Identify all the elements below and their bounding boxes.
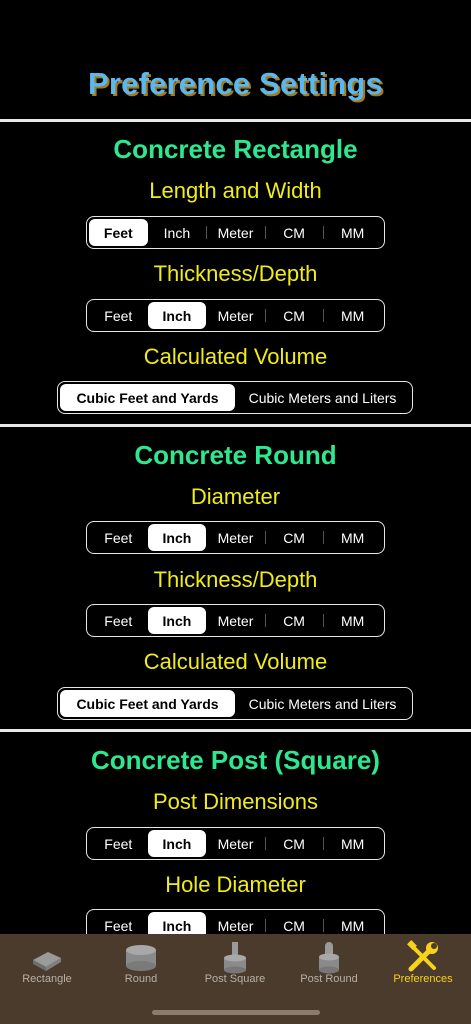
segment-option-meter[interactable]: Meter [206,607,265,634]
segment-option-cm[interactable]: CM [264,219,324,246]
section-title-round: Concrete Round [134,440,337,470]
segmented-length-width: Feet Inch Meter CM MM [86,216,385,249]
segment-option-feet[interactable]: Feet [89,219,148,246]
segment-option-cm[interactable]: CM [264,830,324,857]
home-indicator [152,1010,320,1015]
segment-option-feet[interactable]: Feet [89,830,148,857]
segment-option-feet[interactable]: Feet [89,524,148,551]
post-square-icon [224,942,246,974]
tools-icon [407,940,438,972]
segment-option-feet[interactable]: Feet [89,302,148,329]
tab-post-round[interactable]: Post Round [282,934,376,994]
segmented-thickness-depth: Feet Inch Meter CM MM [86,299,385,332]
label-thickness-depth: Thickness/Depth [153,261,318,286]
label-diameter: Diameter [190,484,281,509]
tab-label: Rectangle [22,973,72,985]
segment-option-cm[interactable]: CM [264,607,324,634]
divider [0,424,471,427]
segment-option-meter[interactable]: Meter [206,219,265,246]
segmented-thickness-depth: Feet Inch Meter CM MM [86,604,385,637]
segment-option-cubic-feet-and-yards[interactable]: Cubic Feet and Yards [60,384,235,411]
segment-option-inch[interactable]: Inch [148,219,207,246]
tab-label: Round [124,973,158,985]
segment-option-cubic-meters-and-liters[interactable]: Cubic Meters and Liters [235,690,410,717]
round-slab-icon [126,945,156,971]
label-hole-diameter: Hole Diameter [165,872,306,897]
rectangle-slab-icon [33,952,61,971]
segment-option-cubic-feet-and-yards[interactable]: Cubic Feet and Yards [60,690,235,717]
section-title-post-square: Concrete Post (Square) [91,745,380,775]
divider [0,119,471,122]
segment-option-mm[interactable]: MM [323,524,382,551]
label-calculated-volume: Calculated Volume [143,649,328,674]
segment-option-mm[interactable]: MM [323,302,382,329]
label-length-width: Length and Width [149,178,322,203]
tab-post-square[interactable]: Post Square [188,934,282,994]
divider [0,729,471,732]
segment-option-mm[interactable]: MM [323,830,382,857]
page-title: Preference Settings [88,66,383,101]
label-post-dimensions: Post Dimensions [152,789,319,814]
segment-option-cubic-meters-and-liters[interactable]: Cubic Meters and Liters [235,384,410,411]
segment-option-cm[interactable]: CM [264,524,324,551]
tab-round[interactable]: Round [94,934,188,994]
segmented-post-dimensions: Feet Inch Meter CM MM [86,827,385,860]
segment-option-meter[interactable]: Meter [206,524,265,551]
segment-option-inch[interactable]: Inch [147,524,207,551]
segmented-calculated-volume: Cubic Feet and Yards Cubic Meters and Lit… [57,381,413,414]
segment-option-inch[interactable]: Inch [147,607,207,634]
tab-label: Preferences [393,973,453,985]
segmented-calculated-volume: Cubic Feet and Yards Cubic Meters and Lit… [57,687,413,720]
label-thickness-depth: Thickness/Depth [153,567,318,592]
tab-preferences[interactable]: Preferences [376,934,470,994]
segment-option-mm[interactable]: MM [323,219,382,246]
segment-option-feet[interactable]: Feet [89,607,148,634]
segment-option-meter[interactable]: Meter [206,302,265,329]
tab-label: Post Round [300,973,358,985]
tab-label: Post Square [204,973,266,985]
segment-option-meter[interactable]: Meter [206,830,265,857]
tab-rectangle[interactable]: Rectangle [0,934,94,994]
segment-option-inch[interactable]: Inch [147,302,207,329]
label-calculated-volume: Calculated Volume [143,344,328,369]
segment-option-inch[interactable]: Inch [147,830,207,857]
post-round-icon [319,942,339,974]
segment-option-cm[interactable]: CM [264,302,324,329]
section-title-rectangle: Concrete Rectangle [113,134,358,164]
segment-option-mm[interactable]: MM [323,607,382,634]
segmented-diameter: Feet Inch Meter CM MM [86,521,385,554]
